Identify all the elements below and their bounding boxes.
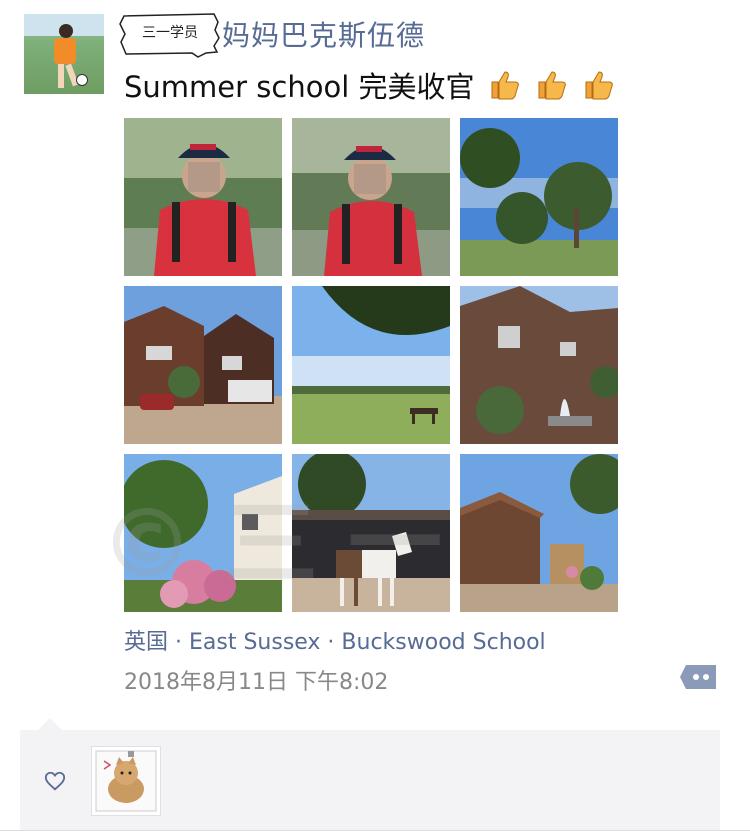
author-nickname[interactable]: 妈妈巴克斯伍德 xyxy=(222,14,425,54)
member-badge: 三一学员 xyxy=(118,12,222,58)
photo-trees-sky[interactable] xyxy=(460,118,618,276)
heart-icon xyxy=(44,771,66,791)
photo-garden-flowers[interactable] xyxy=(124,454,282,612)
divider xyxy=(0,830,750,831)
post-text-line: Summer school 完美收官 xyxy=(124,64,620,109)
photo-yard-cottage[interactable] xyxy=(460,454,618,612)
liker-avatar[interactable] xyxy=(91,746,161,816)
user-avatar[interactable] xyxy=(24,14,104,94)
badge-label: 三一学员 xyxy=(142,25,198,41)
photo-boy-cap-2[interactable] xyxy=(292,118,450,276)
photo-pony-stable[interactable] xyxy=(292,454,450,612)
thumbs-up-icon xyxy=(538,71,566,100)
photo-field-bench[interactable] xyxy=(292,286,450,444)
cat-sticker-icon xyxy=(95,750,157,812)
thumbs-up-icon xyxy=(491,71,519,100)
post-text: Summer school 完美收官 xyxy=(124,70,475,104)
photo-grid xyxy=(124,118,618,612)
photo-boy-cap-1[interactable] xyxy=(124,118,282,276)
post-timestamp: 2018年8月11日 下午8:02 xyxy=(124,670,389,695)
thumbs-group xyxy=(488,68,620,109)
photo-old-house-fountain[interactable] xyxy=(460,286,618,444)
photo-brick-house-car[interactable] xyxy=(124,286,282,444)
thumbs-up-icon xyxy=(585,71,613,100)
comment-area-arrow xyxy=(38,718,62,730)
location-link[interactable]: 英国 · East Sussex · Buckswood School xyxy=(124,624,546,656)
comment-more-icon[interactable] xyxy=(680,663,718,691)
